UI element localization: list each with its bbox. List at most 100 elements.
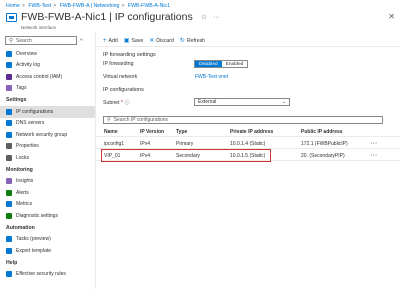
row-highlight-box — [101, 149, 271, 162]
breadcrumb-home[interactable]: Home — [6, 3, 20, 9]
search-icon: ⚲ — [107, 117, 111, 123]
toolbar: + Add ▣ Save ✕ Discard ↻ Refresh — [103, 37, 211, 45]
page-subtitle: Network interface — [21, 25, 57, 30]
sidebar-item-access-control-iam[interactable]: Access control (IAM) — [0, 71, 95, 83]
network-security-group-icon — [6, 131, 12, 138]
sidebar-item-metrics[interactable]: Metrics — [0, 199, 95, 211]
sidebar-item-overview[interactable]: Overview — [0, 48, 95, 60]
access-control-iam-icon — [6, 73, 12, 80]
subnet-label: Subnet * ⓘ — [103, 100, 130, 106]
sidebar-item-effective-security-rules[interactable]: Effective security rules — [0, 269, 95, 281]
breadcrumb-resource-group[interactable]: FWB-Test — [28, 3, 51, 9]
column-header[interactable]: IP Version — [140, 129, 164, 135]
breadcrumb: Home > FWB-Test > FWB-FWB-A | Networking > … — [6, 3, 170, 9]
properties-icon — [6, 143, 12, 150]
cell-version: IPv4 — [140, 140, 151, 147]
network-interface-icon — [6, 12, 17, 22]
row-more-button[interactable]: ··· — [371, 141, 378, 147]
table-header: Name IP Version Type Private IP address … — [96, 125, 400, 137]
toolbar-divider — [96, 46, 400, 47]
title-row: FWB-FWB-A-Nic1 | IP configurations ☆ ··· — [6, 11, 226, 23]
column-header[interactable]: Public IP address — [301, 129, 343, 135]
sidebar-item-label: Insights — [16, 178, 34, 185]
info-icon: ⓘ — [124, 100, 130, 106]
sidebar-item-label: Overview — [16, 50, 37, 57]
effective-security-rules-icon — [6, 271, 12, 278]
sidebar-item-insights[interactable]: Insights — [0, 176, 95, 188]
sidebar-item-properties[interactable]: Properties — [0, 141, 95, 153]
plus-icon: + — [103, 37, 107, 44]
sidebar-item-label: Properties — [16, 143, 39, 150]
sidebar-item-tasks-preview[interactable]: Tasks (preview) — [0, 234, 95, 246]
sidebar-section-monitoring: Monitoring — [6, 166, 33, 173]
sidebar-item-ip-configurations[interactable]: IP configurations — [0, 106, 95, 118]
ip-forwarding-section-title: IP forwarding settings — [103, 52, 156, 58]
cell-public-ip: 20. (SecondaryPIP) — [301, 152, 345, 159]
tasks-preview-icon — [6, 236, 12, 243]
refresh-button[interactable]: ↻ Refresh — [179, 37, 205, 45]
sidebar-item-activity-log[interactable]: Activity log — [0, 60, 95, 72]
sidebar-item-diagnostic-settings[interactable]: Diagnostic settings — [0, 210, 95, 222]
refresh-icon: ↻ — [179, 38, 185, 44]
virtual-network-link[interactable]: FWB-Test-vnet — [195, 74, 228, 80]
locks-icon — [6, 154, 12, 161]
column-header[interactable]: Name — [104, 129, 118, 135]
collapse-icon[interactable]: « — [80, 37, 83, 43]
toggle-disabled-option[interactable]: Disabled — [195, 61, 222, 67]
column-header[interactable]: Type — [176, 129, 187, 135]
sidebar: ⚲ Search « Overview Activity log Access co… — [0, 32, 96, 289]
cell-type: Primary — [176, 140, 194, 147]
sidebar-item-export-template[interactable]: Export template — [0, 245, 95, 257]
cell-private-ip: 10.0.1.4 (Static) — [230, 140, 266, 147]
sidebar-item-label: Access control (IAM) — [16, 73, 63, 80]
tags-icon — [6, 85, 12, 92]
close-icon[interactable]: ✕ — [388, 12, 395, 21]
chevron-down-icon: ⌄ — [281, 99, 286, 105]
column-header[interactable]: Private IP address — [230, 129, 273, 135]
row-more-button[interactable]: ··· — [371, 153, 378, 159]
cell-public-ip: 172.1 (FWBPublicIP) — [301, 140, 348, 147]
ip-config-search-input[interactable]: ⚲ Search IP configurations — [103, 116, 383, 124]
sidebar-item-label: Metrics — [16, 201, 33, 208]
sidebar-list: Overview Activity log Access control (IAM)… — [0, 48, 95, 280]
sidebar-item-alerts[interactable]: Alerts — [0, 187, 95, 199]
cell-name: ipconfig1 — [104, 140, 125, 147]
star-icon[interactable]: ☆ — [201, 14, 207, 21]
breadcrumb-networking[interactable]: FWB-FWB-A | Networking — [60, 3, 120, 9]
sidebar-item-label: Effective security rules — [16, 271, 66, 278]
breadcrumb-nic[interactable]: FWB-FWB-A-Nic1 — [128, 3, 170, 9]
toggle-enabled-option[interactable]: Enabled — [222, 61, 248, 67]
more-icon[interactable]: ··· — [213, 14, 220, 21]
virtual-network-label: Virtual network — [103, 74, 138, 80]
sidebar-section-settings: Settings — [6, 97, 27, 103]
sidebar-item-locks[interactable]: Locks — [0, 152, 95, 164]
ip-configurations-icon — [6, 108, 12, 115]
sidebar-item-label: Locks — [16, 154, 30, 161]
sidebar-item-label: Tasks (preview) — [16, 236, 51, 243]
activity-log-icon — [6, 62, 12, 69]
table-row[interactable]: ipconfig1 IPv4 Primary 10.0.1.4 (Static)… — [96, 137, 400, 149]
sidebar-item-network-security-group[interactable]: Network security group — [0, 129, 95, 141]
sidebar-item-tags[interactable]: Tags — [0, 83, 95, 95]
sidebar-item-label: Tags — [16, 85, 27, 92]
add-button[interactable]: + Add — [103, 37, 118, 44]
sidebar-item-dns-servers[interactable]: DNS servers — [0, 118, 95, 130]
save-button[interactable]: ▣ Save — [123, 37, 144, 45]
insights-icon — [6, 178, 12, 185]
save-icon: ▣ — [123, 38, 130, 44]
ip-forwarding-toggle[interactable]: Disabled Enabled — [194, 60, 249, 68]
sidebar-section-help: Help — [6, 259, 18, 266]
ip-configurations-section-title: IP configurations — [103, 87, 144, 93]
sidebar-item-label: Diagnostic settings — [16, 212, 58, 219]
sidebar-search-input[interactable]: ⚲ Search — [5, 36, 77, 45]
sidebar-item-label: Export template — [16, 247, 52, 254]
close-icon: ✕ — [149, 38, 155, 44]
sidebar-item-label: IP configurations — [16, 108, 54, 115]
subnet-select[interactable]: External ⌄ — [194, 98, 290, 106]
title-actions: ☆ ··· — [201, 13, 226, 21]
page-title: FWB-FWB-A-Nic1 | IP configurations — [21, 11, 193, 23]
ip-forwarding-label: IP forwarding — [103, 61, 134, 67]
sidebar-item-label: Alerts — [16, 189, 29, 196]
discard-button[interactable]: ✕ Discard — [149, 37, 174, 45]
main-content: + Add ▣ Save ✕ Discard ↻ Refresh IP forwardi… — [96, 32, 400, 289]
